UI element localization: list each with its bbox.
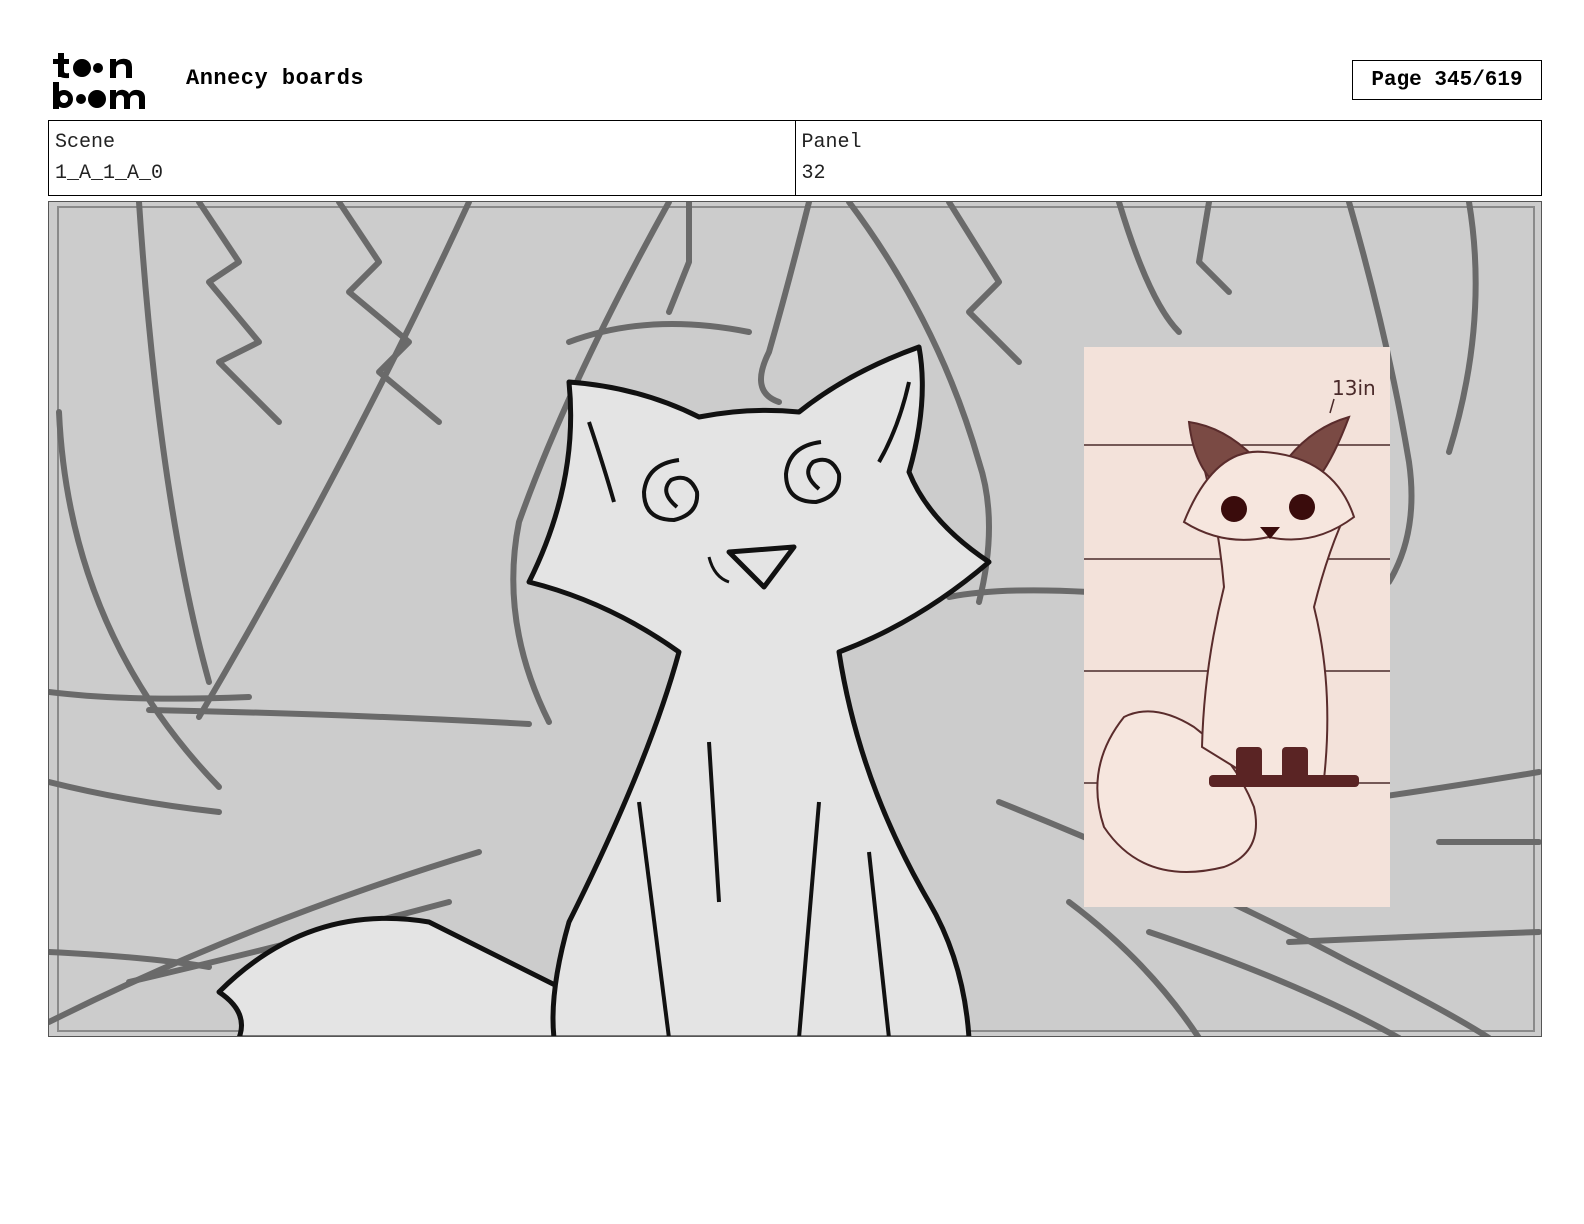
- scene-label: Scene: [55, 131, 116, 154]
- toon-boom-logo: [52, 50, 164, 112]
- scene-value: 1_A_1_A_0: [55, 162, 164, 185]
- panel-cell: Panel 32: [794, 121, 1542, 195]
- storyboard-panel-image: 13in: [48, 201, 1542, 1037]
- fox-reference-image: 13in: [1084, 347, 1390, 907]
- panel-value: 32: [801, 162, 826, 185]
- scene-cell: Scene 1_A_1_A_0: [49, 121, 795, 195]
- page-indicator: Page 345/619: [1352, 60, 1542, 100]
- scene-panel-info: Scene 1_A_1_A_0 Panel 32: [48, 120, 1542, 196]
- height-note: 13in: [1332, 376, 1376, 400]
- reference-sketch: 13in: [1084, 347, 1390, 907]
- panel-label: Panel: [801, 131, 862, 154]
- page-indicator-label: Page 345/619: [1371, 68, 1523, 92]
- document-title: Annecy boards: [186, 66, 365, 91]
